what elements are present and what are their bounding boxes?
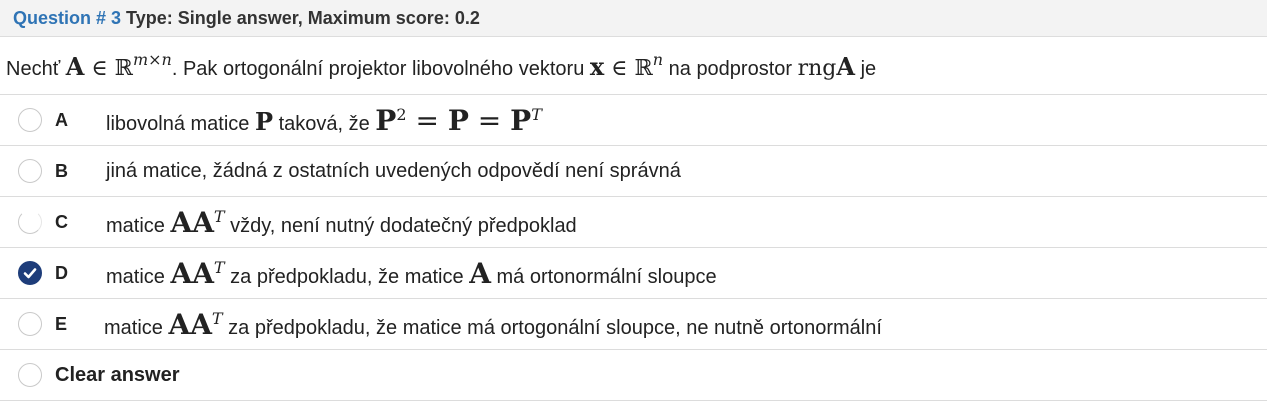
- option-c[interactable]: C matice AAT vždy, není nutný dodatečný …: [0, 197, 1267, 248]
- math-transpose: T: [213, 258, 225, 277]
- option-text-part: matice: [106, 215, 171, 237]
- math-equals: =: [406, 104, 448, 137]
- math-aat: AA: [168, 308, 212, 341]
- radio-option-a[interactable]: [18, 108, 42, 132]
- radio-clear-answer[interactable]: [18, 363, 42, 387]
- stem-text: na podprostor: [663, 58, 798, 80]
- radio-option-d-checked[interactable]: [18, 261, 42, 285]
- math-matrix-p: P: [254, 107, 274, 136]
- option-text: libovolná matice P taková, že P2 = P = P…: [106, 95, 542, 150]
- math-equals: =: [468, 104, 511, 137]
- option-d[interactable]: D matice AAT za předpokladu, že matice A…: [0, 248, 1267, 299]
- option-e[interactable]: E matice AAT za předpokladu, že matice m…: [0, 299, 1267, 350]
- option-letter: D: [55, 263, 68, 283]
- option-text: jiná matice, žádná z ostatních uvedených…: [106, 160, 681, 182]
- math-real: ℝ: [114, 56, 133, 81]
- question-meta: Type: Single answer, Maximum score: 0.2: [126, 8, 480, 28]
- stem-text: . Pak ortogonální projektor libovolného …: [171, 58, 590, 80]
- math-exponent: 2: [396, 105, 407, 124]
- radio-option-e[interactable]: [18, 312, 42, 336]
- option-text-part: taková, že: [273, 113, 376, 135]
- stem-text: je: [855, 58, 877, 80]
- option-text-part: matice: [104, 317, 169, 339]
- math-aat: AA: [170, 206, 214, 239]
- option-text: matice AAT za předpokladu, že matice A m…: [106, 248, 717, 303]
- option-text-part: má ortonormální sloupce: [490, 266, 717, 288]
- option-letter: A: [55, 110, 68, 130]
- math-matrix-a: A: [836, 52, 856, 81]
- math-rng: rng: [797, 56, 837, 81]
- math-matrix-a: A: [469, 257, 491, 290]
- math-n: n: [652, 50, 664, 69]
- math-matrix-p: P: [447, 104, 469, 137]
- checkmark-icon: [23, 268, 37, 279]
- math-in: ∈: [84, 56, 115, 81]
- option-text: matice AAT za předpokladu, že matice má …: [104, 299, 882, 354]
- option-text: matice AAT vždy, není nutný dodatečný př…: [106, 197, 577, 252]
- math-matrix-p: P: [510, 104, 532, 137]
- option-text-part: za předpokladu, že matice má ortogonální…: [222, 317, 882, 339]
- math-dims: m×n: [132, 50, 172, 69]
- question-number-link[interactable]: Question # 3: [13, 8, 121, 28]
- math-matrix-p: P: [375, 104, 397, 137]
- math-in: ∈: [604, 56, 635, 81]
- stem-text: Nechť: [6, 58, 66, 80]
- math-vector-x: x: [589, 52, 605, 81]
- radio-option-c[interactable]: [18, 210, 42, 234]
- option-letter: E: [55, 314, 68, 334]
- math-real: ℝ: [634, 56, 653, 81]
- option-text-part: libovolná matice: [106, 113, 255, 135]
- option-text-part: matice: [106, 266, 171, 288]
- option-a[interactable]: A libovolná matice P taková, že P2 = P =…: [0, 95, 1267, 146]
- math-matrix-a: A: [65, 52, 85, 81]
- math-transpose: T: [211, 309, 223, 328]
- option-text-part: vždy, není nutný dodatečný předpoklad: [224, 215, 577, 237]
- math-aat: AA: [170, 257, 214, 290]
- math-transpose: T: [213, 207, 225, 226]
- option-letter: C: [55, 212, 68, 232]
- option-letter: B: [55, 161, 68, 181]
- radio-option-b[interactable]: [18, 159, 42, 183]
- clear-answer-row[interactable]: Clear answer: [0, 350, 1267, 401]
- option-b[interactable]: B jiná matice, žádná z ostatních uvedený…: [0, 146, 1267, 197]
- question-header: Question # 3 Type: Single answer, Maximu…: [0, 0, 1267, 37]
- clear-answer-label[interactable]: Clear answer: [55, 350, 180, 401]
- math-transpose: T: [531, 105, 542, 124]
- question-stem: Nechť A ∈ ℝm×n. Pak ortogonální projekto…: [0, 38, 1267, 95]
- option-text-part: za předpokladu, že matice: [224, 266, 470, 288]
